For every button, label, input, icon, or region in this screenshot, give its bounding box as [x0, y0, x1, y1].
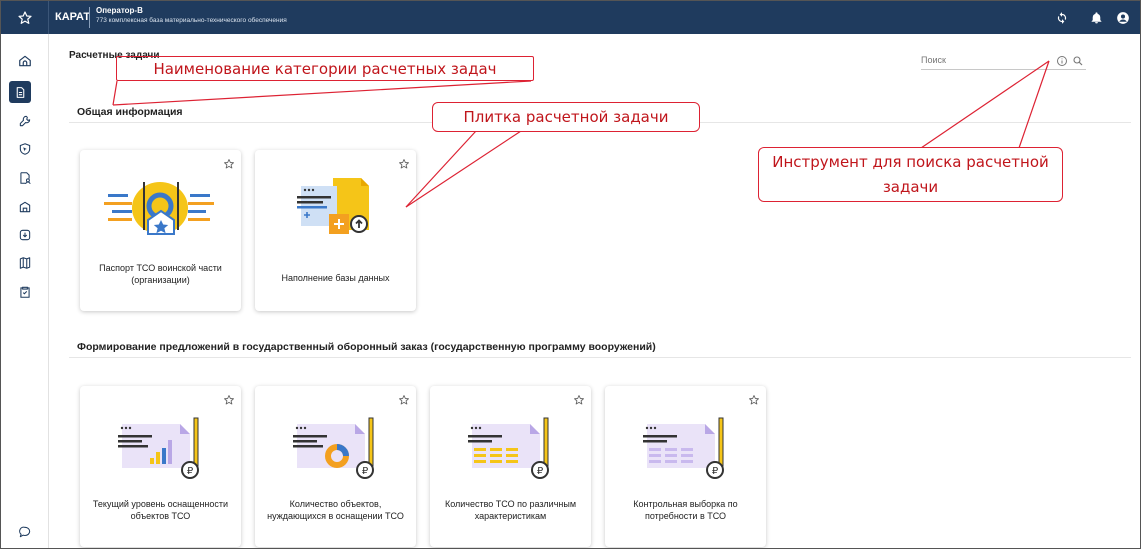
- tile-label: Текущий уровень оснащенности объектов ТС…: [92, 499, 229, 521]
- star-outline-icon: [749, 395, 759, 405]
- star-outline-icon: [224, 395, 234, 405]
- category-title: Общая информация: [77, 106, 183, 118]
- org-title: Оператор-В: [96, 6, 143, 15]
- org-subtitle: 773 комплексная база материально-техниче…: [96, 17, 287, 24]
- tile-label: Контрольная выборка по потребности в ТСО: [633, 499, 738, 521]
- sidebar-item-building[interactable]: [1, 196, 49, 218]
- user-icon: [1117, 12, 1129, 24]
- search-button[interactable]: [1072, 54, 1084, 72]
- task-tile[interactable]: ₽ Контрольная выборка по потребности в Т…: [605, 386, 766, 547]
- tile-label: Количество ТСО по различным характеристи…: [444, 499, 577, 521]
- bell-icon: [1091, 12, 1101, 24]
- shield-cursor-icon: [19, 143, 31, 155]
- clipboard-check-icon: [20, 286, 30, 298]
- characteristics-table-icon: ₽: [468, 417, 549, 479]
- report-user-icon: [20, 172, 31, 185]
- category-divider: [69, 357, 1131, 358]
- sidebar-item-shield[interactable]: [1, 138, 49, 160]
- chat-icon: [19, 526, 31, 538]
- favorites-button[interactable]: [1, 1, 49, 34]
- wrench-icon: [19, 115, 31, 127]
- svg-text:₽: ₽: [362, 466, 369, 477]
- objects-needing-equipment-chart-icon: ₽: [293, 417, 374, 479]
- sidebar: [1, 34, 49, 548]
- task-tile[interactable]: Паспорт ТСО воинской части (организации): [80, 150, 241, 311]
- annotation-category-name: Наименование категории расчетных задач: [116, 56, 534, 81]
- user-account-button[interactable]: [1114, 9, 1132, 27]
- svg-text:₽: ₽: [712, 466, 719, 477]
- task-tile[interactable]: ₽ Количество ТСО по различным характерис…: [430, 386, 591, 547]
- top-bar: КАРАТ Оператор-В 773 комплексная база ма…: [1, 1, 1140, 34]
- passport-illustration-icon: [104, 182, 214, 235]
- sidebar-item-checklist[interactable]: [1, 281, 49, 303]
- search-input[interactable]: [921, 52, 1041, 68]
- search-icon: [1073, 56, 1083, 66]
- notifications-button[interactable]: [1087, 9, 1105, 27]
- star-outline-icon: [399, 395, 409, 405]
- sidebar-item-tools[interactable]: [1, 110, 49, 132]
- brand-divider: [89, 7, 90, 28]
- sidebar-item-chat[interactable]: [1, 521, 49, 543]
- app-window: КАРАТ Оператор-В 773 комплексная база ма…: [0, 0, 1141, 549]
- document-icon: [16, 86, 24, 98]
- sidebar-item-library[interactable]: [1, 252, 49, 274]
- sidebar-item-home[interactable]: [1, 50, 49, 72]
- control-sample-table-icon: ₽: [643, 417, 724, 479]
- tile-label: Количество объектов, нуждающихся в оснащ…: [267, 499, 404, 521]
- task-tile[interactable]: ₽ Текущий уровень оснащенности объектов …: [80, 386, 241, 547]
- search-box: [921, 52, 1086, 70]
- home-icon: [19, 55, 31, 67]
- sidebar-item-tasks[interactable]: [9, 81, 31, 103]
- tile-label: Наполнение базы данных: [281, 273, 390, 283]
- task-tile[interactable]: Наполнение базы данных: [255, 150, 416, 311]
- tile-label: Паспорт ТСО воинской части (организации): [99, 263, 222, 285]
- task-tile[interactable]: ₽ Количество объектов, нуждающихся в осн…: [255, 386, 416, 547]
- star-icon: [17, 10, 32, 24]
- category-title: Формирование предложений в государственн…: [77, 341, 656, 353]
- svg-text:₽: ₽: [537, 466, 544, 477]
- sidebar-item-download[interactable]: [1, 224, 49, 246]
- brand-logo-text[interactable]: КАРАТ: [55, 11, 90, 23]
- svg-text:₽: ₽: [187, 466, 194, 477]
- star-outline-icon: [399, 159, 409, 169]
- equipment-level-chart-icon: ₽: [118, 417, 199, 479]
- annotation-search-tool: Инструмент для поиска расчетной задачи: [758, 147, 1063, 202]
- building-icon: [19, 201, 31, 213]
- star-outline-icon: [574, 395, 584, 405]
- book-icon: [19, 257, 31, 269]
- search-help-button[interactable]: [1056, 54, 1068, 72]
- info-icon: [1057, 56, 1067, 66]
- sync-button[interactable]: [1053, 9, 1071, 27]
- database-fill-illustration-icon: [297, 178, 369, 234]
- star-outline-icon: [224, 159, 234, 169]
- annotation-tile: Плитка расчетной задачи: [432, 102, 700, 132]
- sync-icon: [1057, 12, 1067, 24]
- sidebar-item-reports[interactable]: [1, 167, 49, 189]
- download-icon: [19, 229, 31, 241]
